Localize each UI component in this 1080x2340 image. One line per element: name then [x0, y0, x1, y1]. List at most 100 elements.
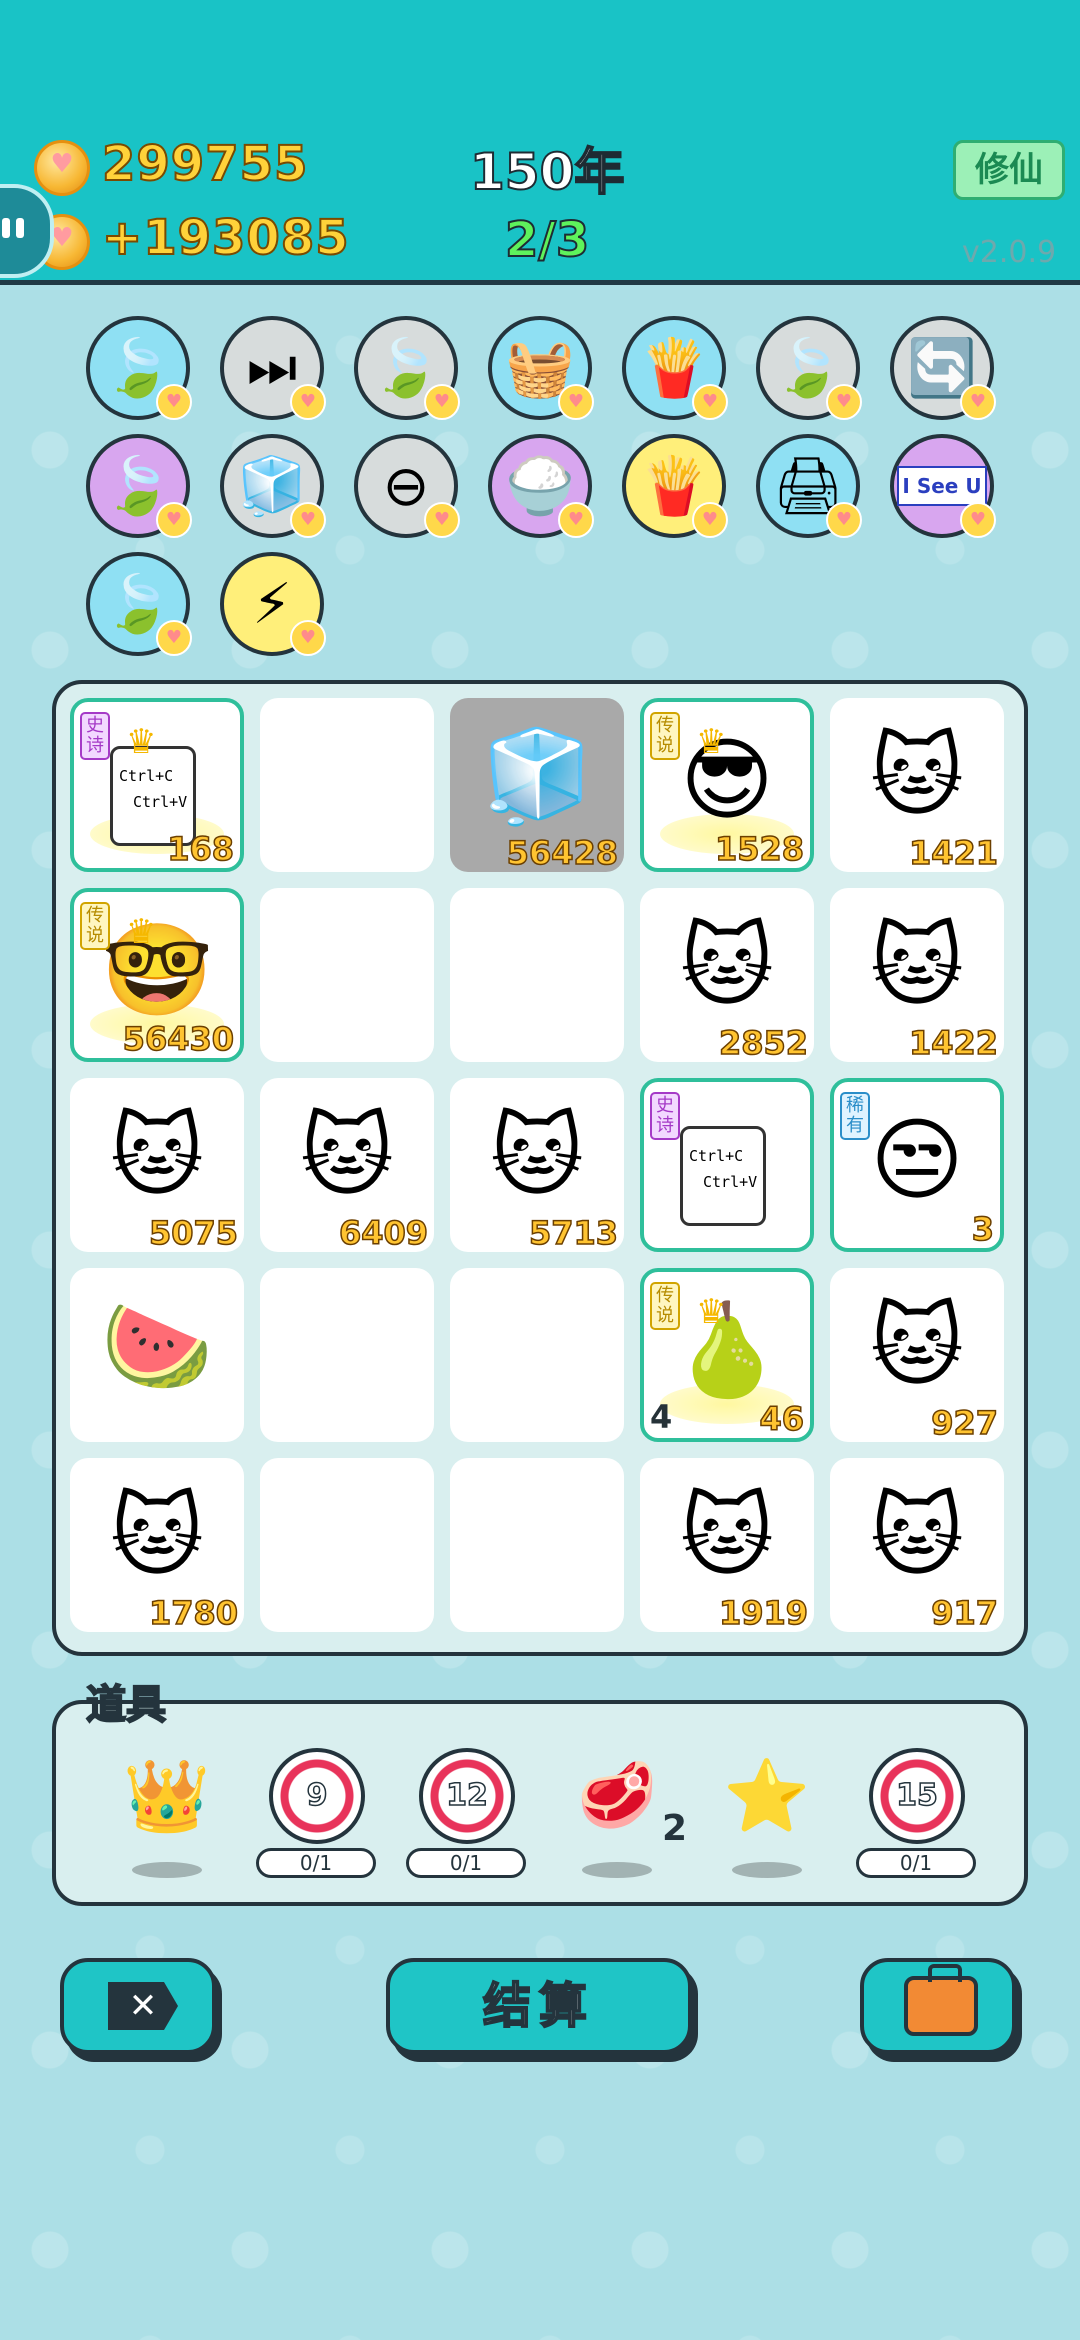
board-cell[interactable]: 🧊 56428: [450, 698, 624, 872]
board-cell[interactable]: 🐱 1422: [830, 888, 1004, 1062]
heart-badge-icon: ♥: [558, 384, 594, 420]
board-item-icon: 🐱: [870, 1294, 964, 1399]
board-cell-empty[interactable]: [450, 1458, 624, 1632]
paste-shortcut: Ctrl+V: [133, 793, 188, 811]
meat-prop[interactable]: 🥩 2: [562, 1748, 687, 1878]
cell-value: 2852: [718, 1023, 809, 1062]
lightning-icon: ⚡: [252, 571, 292, 637]
board-cell[interactable]: Ctrl+C Ctrl+V 史诗: [640, 1078, 814, 1252]
cell-value: 5075: [148, 1213, 239, 1252]
cell-value: 3: [971, 1209, 995, 1248]
cell-value: 1919: [718, 1593, 809, 1632]
star-prop[interactable]: ⭐: [712, 1748, 822, 1878]
leaf-skill[interactable]: 🍃 ♥: [86, 434, 192, 538]
prop-usage: 0/1: [406, 1848, 526, 1878]
target-icon: 12: [419, 1748, 515, 1844]
leaf-skill[interactable]: 🍃 ♥: [756, 316, 862, 420]
board-cell-empty[interactable]: [260, 1268, 434, 1442]
crown-icon: ♛: [696, 1292, 727, 1332]
board-cell-empty[interactable]: [450, 888, 624, 1062]
rarity-tag: 稀有: [840, 1092, 870, 1140]
board-cell[interactable]: 😒 稀有 3: [830, 1078, 1004, 1252]
board-cell[interactable]: 🤓 ♛ 传说 56430: [70, 888, 244, 1062]
paste-shortcut: Ctrl+V: [703, 1173, 758, 1191]
target-icon: 9: [269, 1748, 365, 1844]
version-label: v2.0.9: [962, 235, 1057, 270]
board-cell[interactable]: 😎 ♛ 传说 1528: [640, 698, 814, 872]
rice-skill[interactable]: 🍚 ♥: [488, 434, 594, 538]
board-cell[interactable]: 🐱 1421: [830, 698, 1004, 872]
i-see-u-icon: I See U: [897, 466, 987, 506]
board-cell[interactable]: 🐱 1919: [640, 1458, 814, 1632]
board-cell[interactable]: 🍉: [70, 1268, 244, 1442]
heart-badge-icon: ♥: [960, 502, 996, 538]
heart-badge-icon: ♥: [558, 502, 594, 538]
board-item-icon: 🐱: [870, 724, 964, 829]
target-prop-12[interactable]: 12 0/1: [406, 1748, 526, 1878]
leaf-skill[interactable]: 🍃 ♥: [86, 552, 192, 656]
board-item-icon: 🐱: [870, 1484, 964, 1589]
fries-skill[interactable]: 🍟 ♥: [622, 434, 728, 538]
heart-badge-icon: ♥: [156, 502, 192, 538]
board-item-icon: 🐱: [300, 1104, 394, 1209]
prop-shadow: [732, 1862, 802, 1878]
heart-badge-icon: ♥: [424, 384, 460, 420]
board-cell-empty[interactable]: [450, 1268, 624, 1442]
cell-value: 1422: [908, 1023, 999, 1062]
printer-skill[interactable]: 🖨 ♥: [756, 434, 862, 538]
leaf-skill[interactable]: 🍃 ♥: [354, 316, 460, 420]
heart-badge-icon: ♥: [290, 502, 326, 538]
target-icon: 15: [869, 1748, 965, 1844]
cell-value: 1421: [908, 833, 999, 872]
cubes-skill[interactable]: 🧊 ♥: [220, 434, 326, 538]
leaf-skill[interactable]: 🍃 ♥: [86, 316, 192, 420]
board-cell[interactable]: Ctrl+C Ctrl+V ♛ 史诗 168: [70, 698, 244, 872]
board-cell-empty[interactable]: [260, 888, 434, 1062]
top-bar: 299755 +193085 150年 2/3 修仙 v2.0.9: [0, 0, 1080, 285]
bag-button[interactable]: [860, 1958, 1016, 2054]
heart-badge-icon: ♥: [290, 620, 326, 656]
cell-value: 46: [759, 1399, 805, 1438]
board-item-icon: 🐱: [490, 1104, 584, 1209]
board-cell-empty[interactable]: [260, 1458, 434, 1632]
board-cell[interactable]: 🐱 2852: [640, 888, 814, 1062]
crown-icon: ♛: [126, 912, 157, 952]
fries-skill[interactable]: 🍟 ♥: [622, 316, 728, 420]
basket-skill[interactable]: 🧺 ♥: [488, 316, 594, 420]
board-cell-empty[interactable]: [260, 698, 434, 872]
refresh-skill[interactable]: 🔄 ♥: [890, 316, 996, 420]
i-see-u-skill[interactable]: I See U ♥: [890, 434, 996, 538]
copy-shortcut: Ctrl+C: [119, 767, 174, 785]
board-cell[interactable]: 🐱 927: [830, 1268, 1004, 1442]
board-item-icon: 🐱: [680, 1484, 774, 1589]
cancel-button[interactable]: ✕: [60, 1958, 216, 2054]
heart-badge-icon: ♥: [424, 502, 460, 538]
cell-value: 56428: [506, 833, 619, 872]
board-cell[interactable]: 🐱 6409: [260, 1078, 434, 1252]
board-cell[interactable]: 🍐 ♛ 传说 46 4: [640, 1268, 814, 1442]
minus-skill[interactable]: ⊖ ♥: [354, 434, 460, 538]
lightning-skill[interactable]: ⚡ ♥: [220, 552, 326, 656]
settle-label: 结算: [482, 1977, 595, 2035]
cell-value: 927: [930, 1403, 998, 1442]
board-cell[interactable]: 🐱 5075: [70, 1078, 244, 1252]
crown-prop[interactable]: 👑: [112, 1748, 222, 1878]
rarity-tag: 史诗: [650, 1092, 680, 1140]
props-panel: 👑 9 0/1 12 0/1 🥩 2 ⭐ 15 0/1: [52, 1700, 1028, 1906]
cell-value: 917: [930, 1593, 998, 1632]
cultivation-button[interactable]: 修仙: [953, 140, 1065, 200]
rarity-tag: 传说: [80, 902, 110, 950]
board-cell[interactable]: 🐱 917: [830, 1458, 1004, 1632]
settle-button[interactable]: 结算: [386, 1958, 692, 2054]
prop-usage: 0/1: [256, 1848, 376, 1878]
target-prop-15[interactable]: 15 0/1: [856, 1748, 976, 1878]
cell-value: 6409: [338, 1213, 429, 1252]
board-item-icon: 🐱: [110, 1104, 204, 1209]
skip-skill[interactable]: ⏭ ♥: [220, 316, 326, 420]
skip-icon: ⏭: [246, 335, 298, 400]
board-cell[interactable]: 🐱 5713: [450, 1078, 624, 1252]
board-cell[interactable]: 🐱 1780: [70, 1458, 244, 1632]
target-prop-9[interactable]: 9 0/1: [256, 1748, 376, 1878]
crown-icon: ♛: [696, 722, 727, 762]
cell-count: 4: [650, 1398, 673, 1436]
